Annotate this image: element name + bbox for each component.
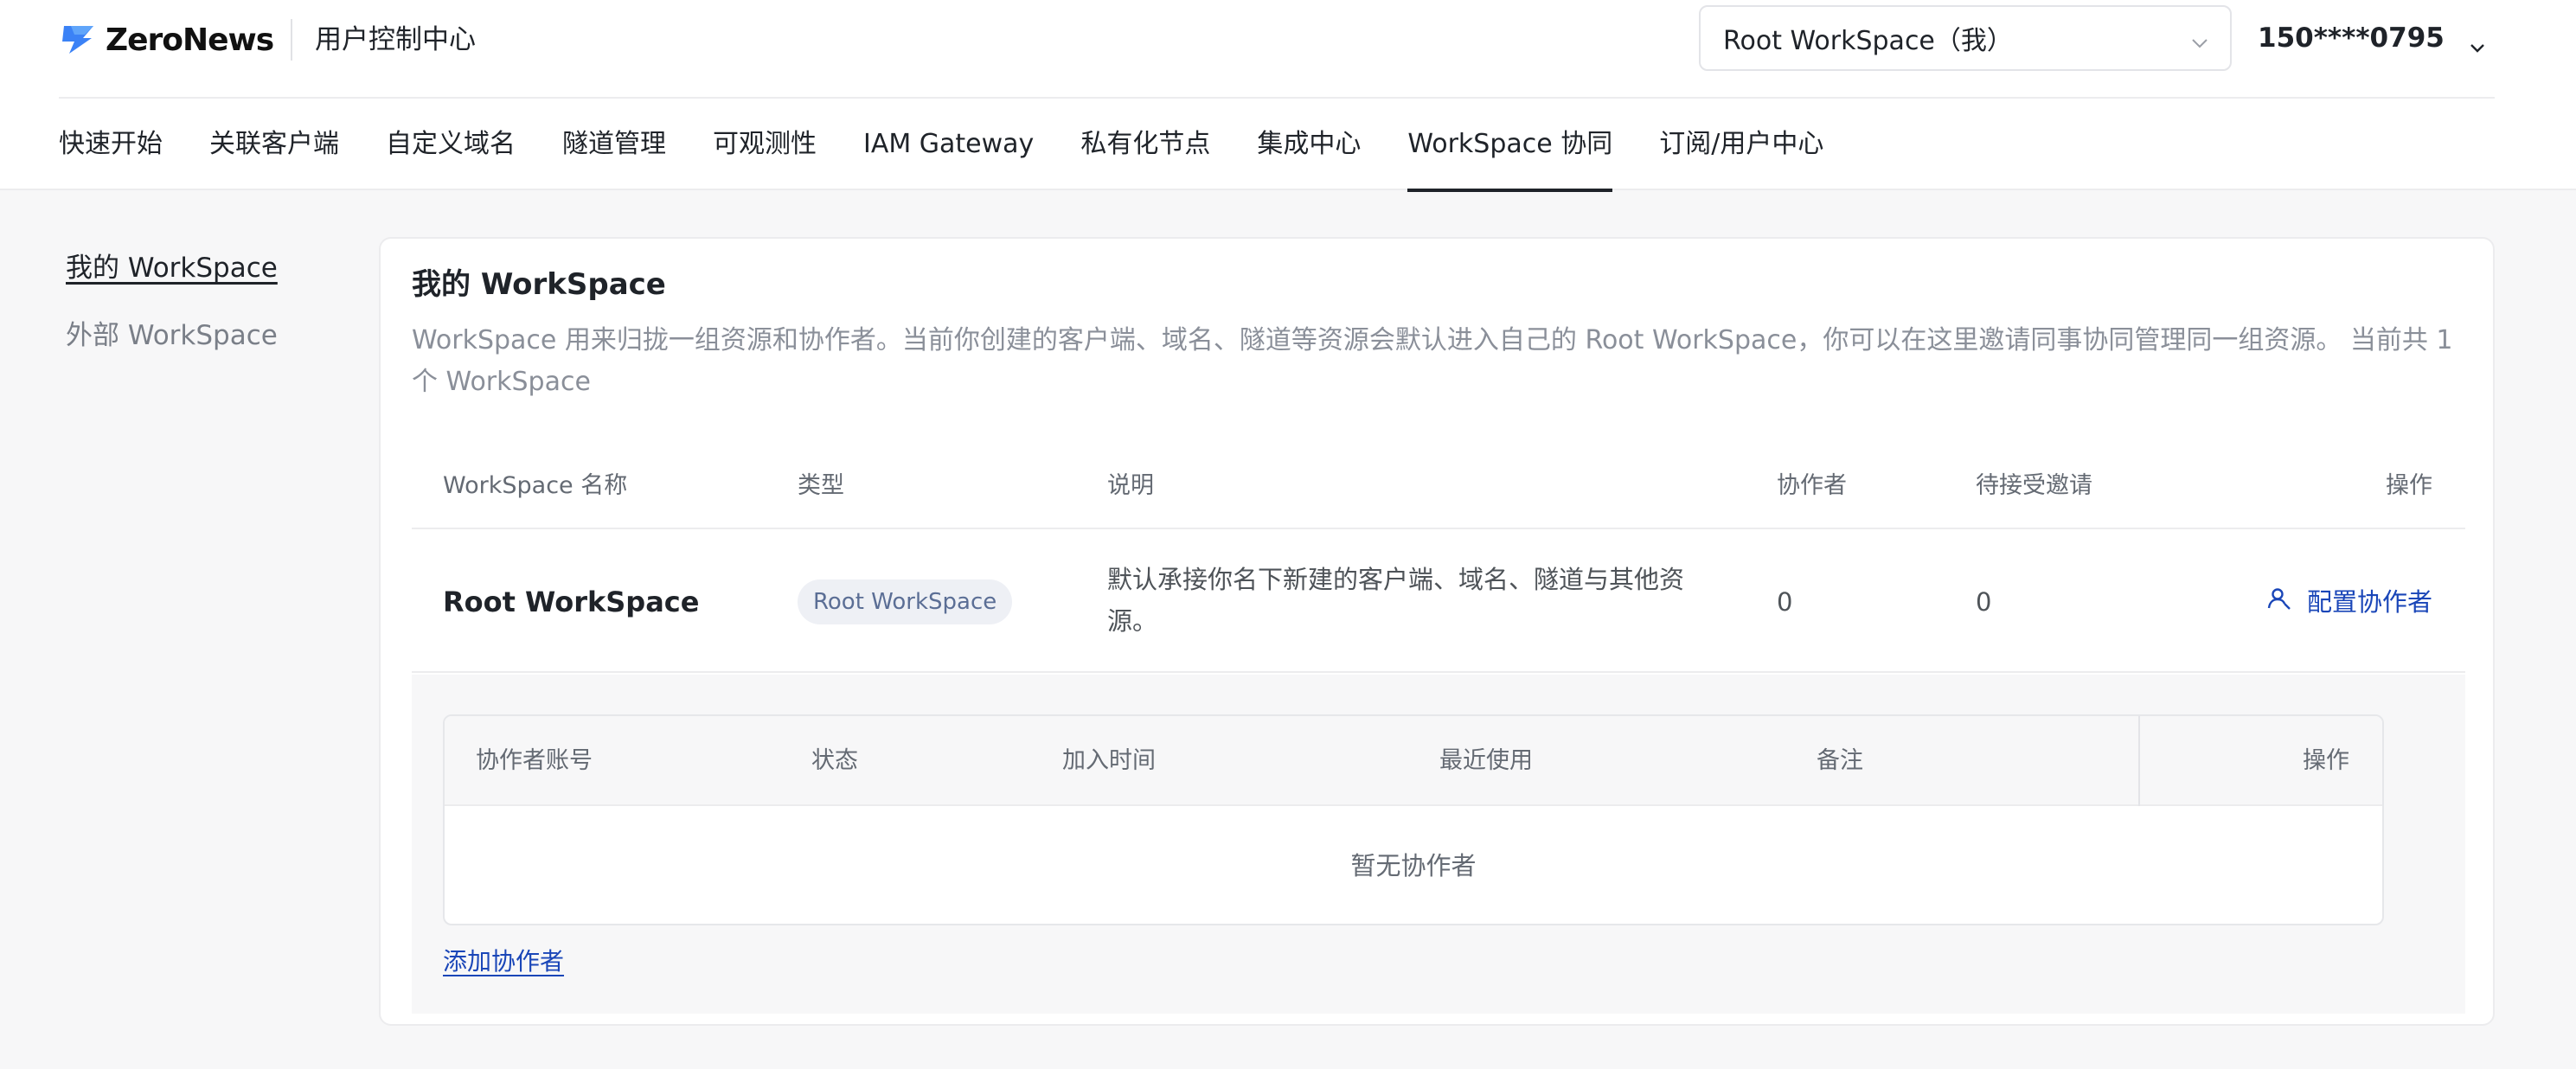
nav-observability[interactable]: 可观测性	[713, 99, 817, 190]
workspace-desc: 默认承接你名下新建的客户端、域名、隧道与其他资源。	[1107, 565, 1685, 636]
nav-integrations[interactable]: 集成中心	[1257, 99, 1361, 190]
zeronews-logo-icon	[59, 24, 97, 55]
workspace-table-header: WorkSpace 名称 类型 说明 协作者 待接受邀请 操作	[412, 443, 2465, 529]
pending-invite-count: 0	[1976, 587, 1992, 617]
nav-tunnels[interactable]: 隧道管理	[562, 99, 666, 190]
console-title: 用户控制中心	[315, 24, 476, 55]
column-header-account: 协作者账号	[476, 747, 593, 774]
column-header-desc: 说明	[1107, 472, 1154, 499]
chevron-down-icon	[2190, 29, 2209, 48]
sidebar-item-my-workspace[interactable]: 我的 WorkSpace	[66, 249, 278, 287]
column-header-status: 状态	[811, 747, 858, 774]
empty-state-text: 暂无协作者	[1350, 851, 1477, 880]
add-collaborator-link[interactable]: 添加协作者	[443, 944, 564, 979]
main-nav: 快速开始 关联客户端 自定义域名 隧道管理 可观测性 IAM Gateway 私…	[59, 99, 1870, 192]
workspace-card: 我的 WorkSpace WorkSpace 用来归拢一组资源和协作者。当前你创…	[379, 237, 2495, 1026]
page-title: 我的 WorkSpace	[412, 267, 666, 302]
collaborator-panel: 协作者账号 状态 加入时间 最近使用 备注 操作 暂无协作者 添加协作者	[412, 675, 2465, 1014]
column-header-collaborators: 协作者	[1777, 472, 1847, 499]
top-header: ZeroNews 用户控制中心 Root WorkSpace（我） 150***…	[0, 0, 2576, 192]
nav-iam-gateway[interactable]: IAM Gateway	[863, 99, 1034, 190]
column-header-type: 类型	[798, 472, 844, 499]
configure-collaborators-label: 配置协作者	[2306, 587, 2432, 617]
column-header-last-used: 最近使用	[1439, 747, 1533, 774]
nav-custom-domain[interactable]: 自定义域名	[386, 99, 516, 190]
column-header-actions: 操作	[2303, 747, 2349, 774]
sidebar-item-external-workspace[interactable]: 外部 WorkSpace	[66, 317, 278, 355]
nav-quick-start[interactable]: 快速开始	[59, 99, 163, 190]
type-badge: Root WorkSpace	[798, 579, 1013, 624]
nav-clients[interactable]: 关联客户端	[209, 99, 339, 190]
configure-collaborators-button[interactable]: 配置协作者	[2267, 531, 2432, 673]
workspace-select-value: Root WorkSpace（我）	[1723, 26, 2013, 56]
column-header-pending: 待接受邀请	[1976, 472, 2092, 499]
brand-name: ZeroNews	[106, 22, 274, 58]
account-phone: 150****0795	[2258, 22, 2445, 54]
column-header-actions: 操作	[2386, 472, 2432, 499]
nav-subscription[interactable]: 订阅/用户中心	[1659, 99, 1823, 190]
nav-workspace-collab[interactable]: WorkSpace 协同	[1407, 99, 1612, 192]
brand-logo[interactable]: ZeroNews	[59, 19, 274, 61]
account-menu[interactable]: 150****0795	[2258, 19, 2486, 57]
chevron-down-icon	[2469, 29, 2486, 53]
nav-private-nodes[interactable]: 私有化节点	[1080, 99, 1210, 190]
page-description: WorkSpace 用来归拢一组资源和协作者。当前你创建的客户端、域名、隧道等资…	[412, 325, 2453, 397]
collaborator-table-header: 协作者账号 状态 加入时间 最近使用 备注 操作	[445, 716, 2382, 806]
workspace-select[interactable]: Root WorkSpace（我）	[1699, 5, 2232, 71]
column-header-joined: 加入时间	[1062, 747, 1156, 774]
users-icon	[2267, 531, 2307, 673]
table-row: Root WorkSpace Root WorkSpace 默认承接你名下新建的…	[412, 531, 2465, 673]
collaborator-table: 协作者账号 状态 加入时间 最近使用 备注 操作 暂无协作者	[443, 714, 2384, 925]
header-divider	[291, 19, 292, 61]
workspace-name: Root WorkSpace	[443, 586, 700, 618]
collaborator-count: 0	[1777, 587, 1793, 617]
column-divider	[2138, 716, 2140, 806]
column-header-note: 备注	[1817, 747, 1863, 774]
column-header-name: WorkSpace 名称	[443, 472, 628, 499]
